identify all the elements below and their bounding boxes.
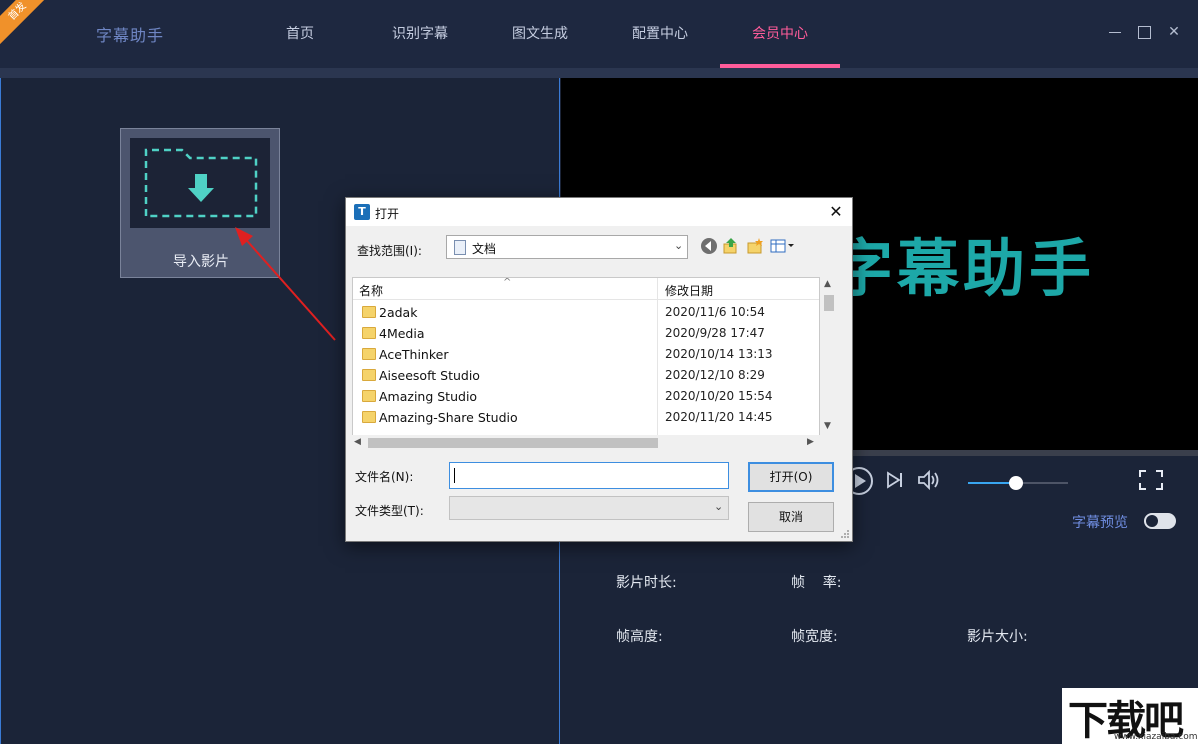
watermark-url: www.xiazaiba.com: [1114, 732, 1198, 742]
sort-ascending-icon: ^: [503, 277, 512, 288]
file-name: Amazing-Share Studio: [379, 410, 518, 425]
framerate-label: 帧 率:: [791, 575, 842, 591]
list-item[interactable]: Amazing Studio 2020/10/20 15:54: [353, 386, 819, 407]
scroll-down-icon[interactable]: ▼: [824, 421, 831, 431]
vertical-scrollbar[interactable]: ▲ ▼: [820, 277, 838, 437]
scroll-up-icon[interactable]: ▲: [824, 279, 831, 289]
look-in-label: 查找范围(I):: [357, 244, 422, 258]
filetype-label: 文件类型(T):: [355, 504, 424, 518]
dialog-titlebar: T 打开 ✕: [346, 198, 852, 226]
folder-icon: [362, 327, 376, 339]
video-overlay-text: 字幕助手: [831, 232, 1096, 305]
scroll-right-icon[interactable]: ▶: [807, 437, 814, 447]
column-name[interactable]: 名称: [359, 282, 383, 299]
horizontal-scroll-thumb[interactable]: [368, 438, 658, 448]
view-menu-icon[interactable]: [770, 237, 798, 255]
app-title: 字幕助手: [96, 26, 165, 45]
toggle-knob: [1146, 515, 1158, 527]
app-icon: T: [354, 204, 370, 220]
volume-knob[interactable]: [1009, 476, 1023, 490]
filename-input[interactable]: [449, 462, 729, 489]
fullscreen-icon[interactable]: [1138, 469, 1164, 491]
horizontal-scrollbar[interactable]: ◀ ▶: [352, 435, 820, 451]
top-bar-divider: [0, 68, 1198, 78]
folder-icon: [362, 390, 376, 402]
close-icon[interactable]: ✕: [1166, 24, 1182, 40]
back-icon[interactable]: [700, 237, 718, 255]
subtitle-preview-label: 字幕预览: [1072, 515, 1128, 531]
text-caret: [454, 468, 455, 483]
look-in-value: 文档: [472, 242, 497, 256]
dialog-close-button[interactable]: ✕: [824, 201, 848, 223]
column-date-modified[interactable]: 修改日期: [665, 282, 713, 299]
list-item[interactable]: Aiseesoft Studio 2020/12/10 8:29: [353, 365, 819, 386]
new-folder-icon[interactable]: [746, 237, 764, 255]
list-item[interactable]: 2adak 2020/11/6 10:54: [353, 302, 819, 323]
file-name: 2adak: [379, 305, 418, 320]
volume-slider[interactable]: [968, 476, 1068, 490]
nav-home[interactable]: 首页: [240, 0, 360, 68]
nav-image-text-generate[interactable]: 图文生成: [480, 0, 600, 68]
file-date: 2020/11/6 10:54: [665, 305, 765, 319]
dialog-title: 打开: [375, 207, 400, 221]
file-date: 2020/11/20 14:45: [665, 410, 773, 424]
volume-icon[interactable]: [917, 469, 941, 491]
file-list-header: 名称 ^ 修改日期: [353, 278, 819, 300]
minimize-icon[interactable]: [1107, 24, 1123, 40]
file-size-label: 影片大小:: [967, 629, 1028, 645]
filename-label: 文件名(N):: [355, 470, 414, 484]
vertical-scroll-thumb[interactable]: [824, 295, 834, 311]
file-date: 2020/10/14 13:13: [665, 347, 773, 361]
open-button[interactable]: 打开(O): [748, 462, 834, 492]
folder-download-icon: [144, 148, 258, 218]
file-date: 2020/10/20 15:54: [665, 389, 773, 403]
documents-icon: [454, 240, 466, 255]
scroll-left-icon[interactable]: ◀: [354, 437, 361, 447]
ribbon-label: 首发: [0, 0, 48, 48]
subtitle-preview-toggle[interactable]: [1144, 513, 1176, 529]
maximize-icon[interactable]: [1138, 26, 1151, 39]
folder-icon: [362, 348, 376, 360]
file-name: Aiseesoft Studio: [379, 368, 480, 383]
frame-height-label: 帧高度:: [616, 629, 663, 645]
next-icon[interactable]: [886, 471, 904, 489]
duration-label: 影片时长:: [616, 575, 677, 591]
nav-config-center[interactable]: 配置中心: [600, 0, 720, 68]
file-date: 2020/12/10 8:29: [665, 368, 765, 382]
watermark: 下载吧 www.xiazaiba.com: [1062, 688, 1198, 744]
folder-icon: [362, 306, 376, 318]
file-list: 名称 ^ 修改日期 2adak 2020/11/6 10:54 4Media 2…: [352, 277, 820, 451]
file-name: 4Media: [379, 326, 425, 341]
open-file-dialog: T 打开 ✕ 查找范围(I): 文档 ⌄ 名称 ^ 修改日期 2adak 202…: [345, 197, 853, 542]
import-icon-area: [130, 138, 270, 228]
filetype-select[interactable]: ⌄: [449, 496, 729, 520]
first-release-ribbon: 首发: [0, 0, 48, 48]
file-name: Amazing Studio: [379, 389, 478, 404]
cancel-button[interactable]: 取消: [748, 502, 834, 532]
nav-recognize-subtitles[interactable]: 识别字幕: [360, 0, 480, 68]
up-folder-icon[interactable]: [722, 237, 740, 255]
nav-member-center[interactable]: 会员中心: [720, 0, 840, 68]
annotation-arrow: [235, 227, 336, 341]
folder-icon: [362, 411, 376, 423]
frame-width-label: 帧宽度:: [791, 629, 838, 645]
folder-icon: [362, 369, 376, 381]
file-name: AceThinker: [379, 347, 449, 362]
chevron-down-icon: ⌄: [674, 239, 684, 252]
file-date: 2020/9/28 17:47: [665, 326, 765, 340]
resize-grip-icon[interactable]: [840, 529, 850, 539]
list-item[interactable]: Amazing-Share Studio 2020/11/20 14:45: [353, 407, 819, 428]
look-in-dropdown[interactable]: 文档 ⌄: [446, 235, 688, 259]
list-item[interactable]: AceThinker 2020/10/14 13:13: [353, 344, 819, 365]
list-item[interactable]: 4Media 2020/9/28 17:47: [353, 323, 819, 344]
top-bar: 首发 字幕助手 首页 识别字幕 图文生成 配置中心 会员中心 ✕: [0, 0, 1198, 68]
chevron-down-icon: ⌄: [714, 500, 724, 513]
